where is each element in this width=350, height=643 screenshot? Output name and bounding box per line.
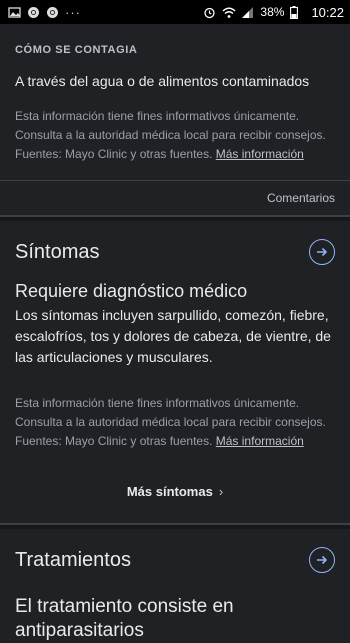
- feedback-row: Comentarios: [0, 181, 350, 215]
- contagion-overline: CÓMO SE CONTAGIA: [15, 44, 138, 56]
- more-notifications-indicator: ···: [65, 4, 81, 20]
- feedback-link[interactable]: Comentarios: [267, 191, 335, 205]
- alarm-icon: [203, 6, 216, 19]
- contagion-section: CÓMO SE CONTAGIA A través del agua o de …: [0, 44, 350, 164]
- disclaimer-line: Consulta a la autoridad médica local par…: [15, 415, 326, 429]
- chrome-icon: [46, 6, 59, 19]
- contagion-text: A través del agua o de alimentos contami…: [15, 73, 310, 89]
- symptoms-title: Síntomas: [15, 240, 100, 263]
- signal-icon: [241, 6, 254, 19]
- disclaimer-sources: Fuentes: Mayo Clinic y otras fuentes. Má…: [15, 145, 335, 164]
- symptoms-card: Síntomas Requiere diagnóstico médico Los…: [0, 235, 350, 511]
- chrome-icon: [27, 6, 40, 19]
- disclaimer-line: Esta información tiene fines informativo…: [15, 396, 300, 410]
- treatments-subtitle: El tratamiento consiste en antiparasitar…: [15, 596, 234, 641]
- symptoms-disclaimer: Esta información tiene fines informativo…: [15, 394, 335, 451]
- chevron-right-icon: ›: [218, 483, 224, 499]
- symptoms-body: Los síntomas incluyen sarpullido, comezó…: [15, 307, 331, 365]
- clock: 10:22: [311, 4, 344, 20]
- disclaimer-sources: Fuentes: Mayo Clinic y otras fuentes. Má…: [15, 432, 335, 451]
- status-bar-right: 38% 10:22: [203, 5, 344, 20]
- more-symptoms-button[interactable]: Más síntomas ›: [0, 471, 350, 511]
- disclaimer-line: Consulta a la autoridad médica local par…: [15, 128, 326, 142]
- gallery-icon: [8, 6, 21, 19]
- battery-percent: 38%: [260, 5, 285, 19]
- status-bar-left: ···: [8, 6, 81, 19]
- more-info-link[interactable]: Más información: [216, 147, 304, 161]
- symptoms-subtitle: Requiere diagnóstico médico: [15, 281, 248, 301]
- treatments-header[interactable]: Tratamientos: [0, 543, 350, 577]
- treatments-title: Tratamientos: [15, 548, 131, 571]
- disclaimer-sources-text: Fuentes: Mayo Clinic y otras fuentes.: [15, 147, 213, 161]
- arrow-right-icon[interactable]: [309, 547, 335, 573]
- contagion-disclaimer: Esta información tiene fines informativo…: [15, 107, 335, 164]
- wifi-icon: [222, 6, 236, 19]
- status-bar: ··· 38% 10:22: [0, 0, 350, 24]
- arrow-right-icon[interactable]: [309, 239, 335, 265]
- card-gap: [0, 217, 350, 221]
- disclaimer-line: Esta información tiene fines informativo…: [15, 109, 300, 123]
- symptoms-header[interactable]: Síntomas: [0, 235, 350, 269]
- more-info-link[interactable]: Más información: [216, 434, 304, 448]
- symptoms-disclaimer-wrap: Esta información tiene fines informativo…: [0, 394, 350, 451]
- treatments-card: Tratamientos El tratamiento consiste en …: [0, 543, 350, 643]
- card-gap: [0, 525, 350, 529]
- battery-icon: [290, 5, 303, 19]
- disclaimer-sources-text: Fuentes: Mayo Clinic y otras fuentes.: [15, 434, 213, 448]
- more-symptoms-label: Más síntomas: [126, 483, 213, 499]
